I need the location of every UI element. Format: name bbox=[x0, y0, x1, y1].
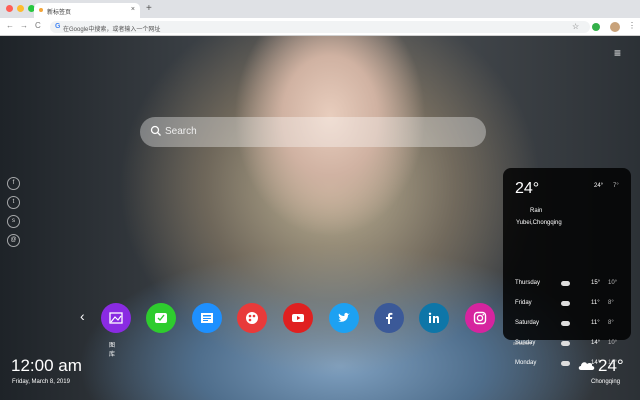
bookmark-star-icon[interactable]: ☆ bbox=[572, 22, 579, 31]
paint-icon[interactable] bbox=[237, 303, 267, 333]
search-icon bbox=[150, 125, 161, 136]
instagram-icon[interactable] bbox=[465, 303, 495, 333]
message-icon[interactable] bbox=[146, 303, 176, 333]
tab-close-button[interactable]: × bbox=[131, 6, 135, 13]
forecast-day: Friday bbox=[515, 300, 532, 306]
cloud-icon bbox=[561, 321, 570, 326]
forecast-low: 8° bbox=[608, 320, 614, 326]
tab-favicon-icon bbox=[39, 8, 43, 12]
new-tab-button[interactable]: + bbox=[146, 3, 152, 14]
google-icon: G bbox=[55, 23, 61, 30]
bottom-city: Chongqing bbox=[591, 379, 621, 385]
facebook-icon[interactable]: f bbox=[7, 177, 20, 190]
gallery-label: 图库 bbox=[109, 343, 116, 358]
reload-button[interactable]: C bbox=[35, 21, 41, 30]
facebook-icon[interactable] bbox=[374, 303, 404, 333]
clock-date: Friday, March 8, 2019 bbox=[12, 379, 70, 385]
forecast-high: 15° bbox=[591, 280, 601, 286]
forecast-low: 10° bbox=[608, 280, 618, 286]
extension-icon[interactable] bbox=[592, 23, 600, 31]
back-button[interactable]: ← bbox=[6, 21, 14, 30]
tab-bar: 新标签页 × + bbox=[0, 0, 640, 18]
menu-icon[interactable]: ≡ bbox=[614, 46, 621, 60]
high-temperature: 24° bbox=[594, 183, 604, 189]
forecast-day: Sunday bbox=[515, 340, 536, 346]
forecast-day: Saturday bbox=[515, 320, 540, 326]
browser-toolbar: ← → C G 在Google中搜索，或者输入一个网址 ☆ ⋮ bbox=[0, 18, 640, 36]
forecast-low: 10° bbox=[608, 340, 618, 346]
minimize-window-button[interactable] bbox=[17, 5, 24, 12]
current-temperature: 24° bbox=[515, 180, 540, 197]
bottom-temperature: 24° bbox=[598, 356, 624, 375]
twitter-icon[interactable] bbox=[329, 303, 359, 333]
cloud-icon bbox=[561, 301, 570, 306]
cloud-icon bbox=[578, 362, 595, 370]
forecast-day: Thursday bbox=[515, 280, 541, 286]
weather-location: Yubei,Chongqing bbox=[516, 220, 562, 226]
search-bar[interactable]: Search bbox=[140, 117, 486, 147]
low-temperature: 7° bbox=[613, 183, 619, 189]
address-placeholder: 在Google中搜索，或者输入一个网址 bbox=[63, 27, 161, 33]
skype-icon[interactable]: s bbox=[7, 215, 20, 228]
weather-condition: Rain bbox=[530, 208, 543, 214]
twitter-icon[interactable]: t bbox=[7, 196, 20, 209]
cloud-icon bbox=[561, 341, 570, 346]
profile-avatar[interactable] bbox=[610, 22, 620, 32]
weather-widget[interactable]: 24° 24° 7° Rain Yubei,Chongqing Thursday… bbox=[503, 168, 631, 366]
forecast-day: Monday bbox=[515, 360, 537, 366]
close-window-button[interactable] bbox=[6, 5, 13, 12]
browser-tab[interactable]: 新标签页 × bbox=[34, 3, 140, 18]
address-bar[interactable]: G 在Google中搜索，或者输入一个网址 bbox=[50, 21, 590, 33]
tab-title: 新标签页 bbox=[47, 10, 72, 16]
youtube-icon[interactable] bbox=[283, 303, 313, 333]
linkedin-icon[interactable] bbox=[419, 303, 449, 333]
clock-time: 12:00 am bbox=[11, 356, 82, 375]
news-icon[interactable] bbox=[192, 303, 222, 333]
forecast-low: 8° bbox=[608, 300, 614, 306]
window-controls bbox=[6, 5, 35, 12]
forward-button[interactable]: → bbox=[20, 21, 28, 30]
cloud-icon bbox=[561, 281, 570, 286]
mail-icon[interactable]: @ bbox=[7, 234, 20, 247]
browser-menu-button[interactable]: ⋮ bbox=[628, 21, 636, 30]
cloud-icon bbox=[561, 361, 570, 366]
forecast-high: 11° bbox=[591, 300, 600, 306]
previous-arrow-icon[interactable]: ‹ bbox=[80, 308, 85, 324]
social-links: f t s @ bbox=[7, 177, 20, 247]
gallery-icon[interactable] bbox=[101, 303, 131, 333]
search-input[interactable]: Search bbox=[165, 126, 197, 137]
new-tab-page: ≡ Search f t s @ ‹ 图库 amazon 24° 24° 7° … bbox=[0, 36, 640, 400]
forecast-high: 14° bbox=[591, 340, 601, 346]
forecast-high: 11° bbox=[591, 320, 600, 326]
